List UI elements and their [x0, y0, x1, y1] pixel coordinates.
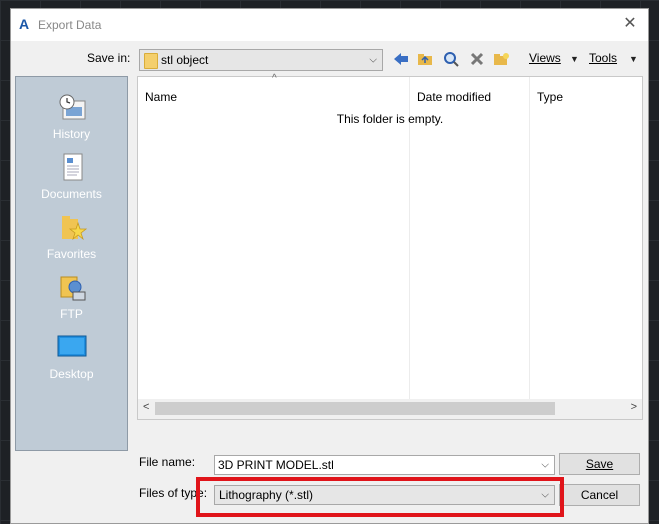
desktop-icon	[57, 333, 87, 361]
column-header-type[interactable]: Type	[537, 90, 563, 104]
title-bar: A Export Data ✕	[11, 9, 648, 41]
back-arrow-icon	[394, 53, 408, 65]
tools-dropdown-arrow-icon[interactable]: ▼	[629, 54, 638, 64]
views-dropdown-arrow-icon[interactable]: ▼	[570, 54, 579, 64]
ftp-icon	[57, 273, 87, 301]
file-name-input[interactable]: 3D PRINT MODEL.stl ⌵	[214, 455, 555, 475]
save-in-value: stl object	[161, 53, 209, 67]
scroll-right-icon[interactable]: >	[631, 401, 637, 413]
place-desktop-label: Desktop	[49, 367, 94, 381]
documents-icon	[57, 153, 87, 181]
chevron-down-icon: ⌵	[541, 459, 549, 471]
autocad-logo-icon: A	[19, 16, 30, 32]
search-web-button[interactable]	[441, 49, 461, 69]
horizontal-scrollbar[interactable]: < >	[138, 399, 642, 419]
save-in-label: Save in:	[87, 51, 131, 65]
search-icon	[444, 52, 459, 67]
folder-icon	[144, 53, 158, 69]
scroll-left-icon[interactable]: <	[143, 401, 149, 413]
window-title: Export Data	[38, 18, 102, 32]
history-icon	[57, 93, 87, 121]
place-favorites[interactable]: Favorites	[16, 213, 127, 261]
file-name-value: 3D PRINT MODEL.stl	[218, 458, 334, 472]
delete-button[interactable]	[467, 49, 487, 69]
place-favorites-label: Favorites	[46, 247, 97, 261]
close-icon[interactable]: ✕	[620, 14, 640, 34]
new-folder-icon	[494, 53, 509, 65]
scrollbar-thumb[interactable]	[155, 402, 555, 415]
column-header-date-modified[interactable]: Date modified	[417, 90, 491, 104]
place-ftp[interactable]: FTP	[16, 273, 127, 321]
place-documents[interactable]: Documents	[16, 153, 127, 201]
places-sidebar: History Documents Favorites FTP Desktop	[15, 76, 128, 451]
cancel-button[interactable]: Cancel	[559, 484, 640, 506]
empty-folder-message: This folder is empty.	[336, 112, 444, 126]
file-list[interactable]: ^ Name Date modified Type This folder is…	[137, 73, 643, 420]
place-desktop[interactable]: Desktop	[16, 333, 127, 381]
place-history-label: History	[52, 127, 91, 141]
tools-menu[interactable]: Tools	[589, 51, 617, 65]
export-data-dialog: A Export Data ✕ Save in: stl object ⌵ Vi…	[10, 8, 649, 524]
place-history[interactable]: History	[16, 93, 127, 141]
place-ftp-label: FTP	[60, 307, 83, 321]
favorites-icon	[57, 213, 87, 241]
up-folder-icon	[418, 54, 432, 65]
new-folder-button[interactable]	[491, 49, 511, 69]
up-folder-button[interactable]	[415, 49, 435, 69]
place-documents-label: Documents	[41, 187, 102, 201]
delete-icon	[470, 52, 484, 66]
file-name-label: File name:	[139, 455, 196, 469]
back-button[interactable]	[391, 49, 411, 69]
save-button[interactable]: Save	[559, 453, 640, 475]
save-in-dropdown[interactable]: stl object ⌵	[139, 49, 383, 71]
chevron-down-icon: ⌵	[369, 54, 377, 66]
views-menu[interactable]: Views	[529, 51, 561, 65]
column-header-name[interactable]: Name	[145, 90, 177, 104]
sort-ascending-icon: ^	[272, 73, 277, 84]
highlight-annotation	[196, 477, 564, 517]
